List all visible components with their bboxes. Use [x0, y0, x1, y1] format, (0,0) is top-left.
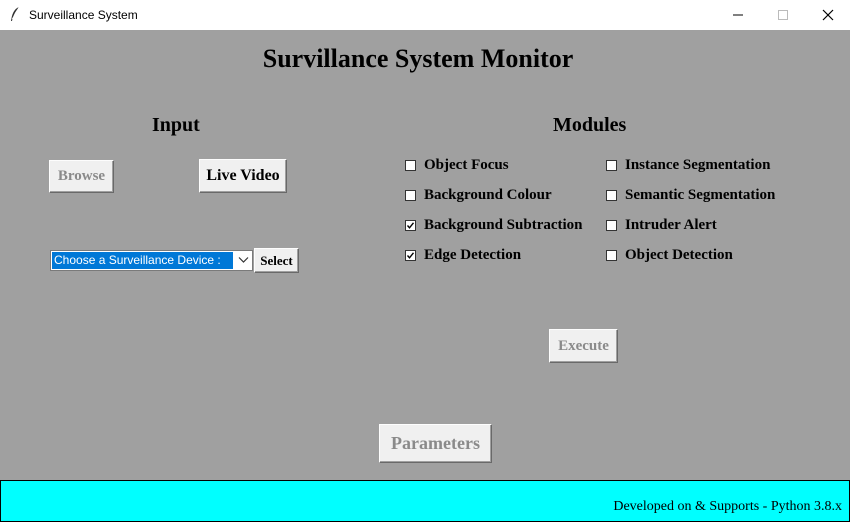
checkbox-semantic-segmentation[interactable]: Semantic Segmentation	[606, 185, 775, 205]
modules-heading: Modules	[553, 114, 627, 136]
checkbox-box	[405, 219, 416, 231]
footer-text: Developed on & Supports - Python 3.8.x	[613, 499, 842, 514]
checkbox-label: Object Focus	[424, 156, 509, 173]
maximize-icon	[778, 10, 788, 20]
checkbox-background-colour[interactable]: Background Colour	[405, 185, 552, 205]
device-select-value: Choose a Surveillance Device :	[52, 252, 233, 269]
browse-button[interactable]: Browse	[49, 160, 114, 193]
close-icon	[822, 9, 834, 21]
checkbox-label: Edge Detection	[424, 246, 522, 263]
footer-bar: Developed on & Supports - Python 3.8.x	[0, 480, 850, 522]
checkbox-label: Object Detection	[625, 246, 733, 263]
checkbox-box	[606, 219, 617, 231]
checkbox-box	[405, 159, 416, 171]
select-button[interactable]: Select	[254, 248, 299, 273]
checkbox-edge-detection[interactable]: Edge Detection	[405, 245, 521, 265]
feather-icon	[9, 6, 21, 22]
minimize-icon	[733, 14, 743, 16]
chevron-down-icon	[238, 257, 249, 263]
checkbox-label: Background Subtraction	[424, 216, 583, 233]
checkmark-icon	[406, 221, 415, 229]
close-button[interactable]	[805, 0, 850, 30]
device-select[interactable]: Choose a Surveillance Device :	[50, 250, 253, 271]
checkbox-instance-segmentation[interactable]: Instance Segmentation	[606, 155, 770, 175]
main-panel: Survillance System Monitor Input Modules…	[0, 30, 850, 480]
window-title: Surveillance System	[29, 8, 138, 22]
checkbox-label: Intruder Alert	[625, 216, 717, 233]
minimize-button[interactable]	[715, 0, 760, 30]
checkbox-background-subtraction[interactable]: Background Subtraction	[405, 215, 583, 235]
checkbox-label: Background Colour	[424, 186, 552, 203]
live-video-button[interactable]: Live Video	[199, 159, 287, 193]
checkbox-label: Semantic Segmentation	[625, 186, 776, 203]
checkbox-intruder-alert[interactable]: Intruder Alert	[606, 215, 717, 235]
checkbox-box	[405, 249, 416, 261]
checkbox-label: Instance Segmentation	[625, 156, 771, 173]
parameters-button[interactable]: Parameters	[379, 424, 492, 463]
checkbox-object-detection[interactable]: Object Detection	[606, 245, 733, 265]
checkbox-box	[606, 159, 617, 171]
checkbox-box	[606, 249, 617, 261]
maximize-button[interactable]	[760, 0, 805, 30]
checkbox-box	[405, 189, 416, 201]
checkbox-box	[606, 189, 617, 201]
input-heading: Input	[152, 114, 200, 136]
title-bar: Surveillance System	[0, 0, 850, 30]
checkbox-object-focus[interactable]: Object Focus	[405, 155, 509, 175]
page-title: Survillance System Monitor	[262, 44, 574, 73]
execute-button[interactable]: Execute	[549, 329, 618, 363]
checkmark-icon	[406, 251, 415, 259]
